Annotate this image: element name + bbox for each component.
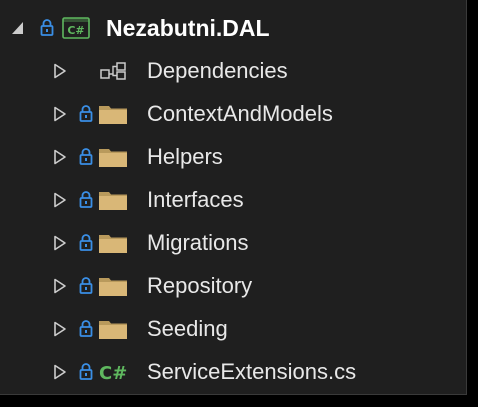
- tree-item-label: Helpers: [147, 144, 223, 169]
- folder-icon: [99, 235, 127, 253]
- dependencies-icon: [100, 62, 126, 80]
- tree-item-file-serviceextensions[interactable]: C# ServiceExtensions.cs: [0, 352, 466, 392]
- tree-item-project[interactable]: C# Nezabutni.DAL: [0, 8, 466, 48]
- tree-item-folder-seeding[interactable]: Seeding: [0, 309, 466, 349]
- tree-item-label: Interfaces: [147, 187, 244, 212]
- tree-item-label: ServiceExtensions.cs: [147, 359, 357, 384]
- chevron-expanded-icon[interactable]: [11, 20, 25, 36]
- lock-icon: [79, 234, 93, 251]
- folder-icon: [99, 106, 127, 124]
- solution-explorer-tree: C# Nezabutni.DAL Dependencies ContextAnd…: [0, 0, 467, 395]
- lock-icon: [79, 363, 93, 380]
- tree-item-dependencies[interactable]: Dependencies: [0, 51, 466, 91]
- tree-item-folder-helpers[interactable]: Helpers: [0, 137, 466, 177]
- tree-item-label: Migrations: [147, 230, 249, 255]
- lock-icon: [40, 19, 54, 36]
- csharp-file-icon: C#: [99, 363, 127, 383]
- chevron-collapsed-icon[interactable]: [53, 364, 67, 380]
- chevron-collapsed-icon[interactable]: [53, 106, 67, 122]
- lock-icon: [79, 320, 93, 337]
- chevron-collapsed-icon[interactable]: [53, 321, 67, 337]
- tree-item-label: ContextAndModels: [147, 101, 333, 126]
- file-badge-text: C#: [99, 363, 127, 383]
- folder-icon: [99, 278, 127, 296]
- tree-item-folder-interfaces[interactable]: Interfaces: [0, 180, 466, 220]
- tree-item-label: Seeding: [147, 316, 228, 341]
- folder-icon: [99, 321, 127, 339]
- lock-icon: [79, 148, 93, 165]
- tree-item-folder-migrations[interactable]: Migrations: [0, 223, 466, 263]
- folder-icon: [99, 192, 127, 210]
- lock-icon: [79, 191, 93, 208]
- chevron-collapsed-icon[interactable]: [53, 149, 67, 165]
- lock-icon: [79, 105, 93, 122]
- chevron-collapsed-icon[interactable]: [53, 235, 67, 251]
- folder-icon: [99, 149, 127, 167]
- tree-item-folder-repository[interactable]: Repository: [0, 266, 466, 306]
- chevron-collapsed-icon[interactable]: [53, 192, 67, 208]
- csharp-project-icon: C#: [62, 17, 90, 39]
- lock-icon: [79, 277, 93, 294]
- tree-item-label: Dependencies: [147, 58, 288, 83]
- tree-item-folder-contextandmodels[interactable]: ContextAndModels: [0, 94, 466, 134]
- chevron-collapsed-icon[interactable]: [53, 63, 67, 79]
- tree-item-label: Repository: [147, 273, 253, 298]
- chevron-collapsed-icon[interactable]: [53, 278, 67, 294]
- project-name: Nezabutni.DAL: [106, 15, 270, 41]
- project-badge-text: C#: [67, 24, 84, 37]
